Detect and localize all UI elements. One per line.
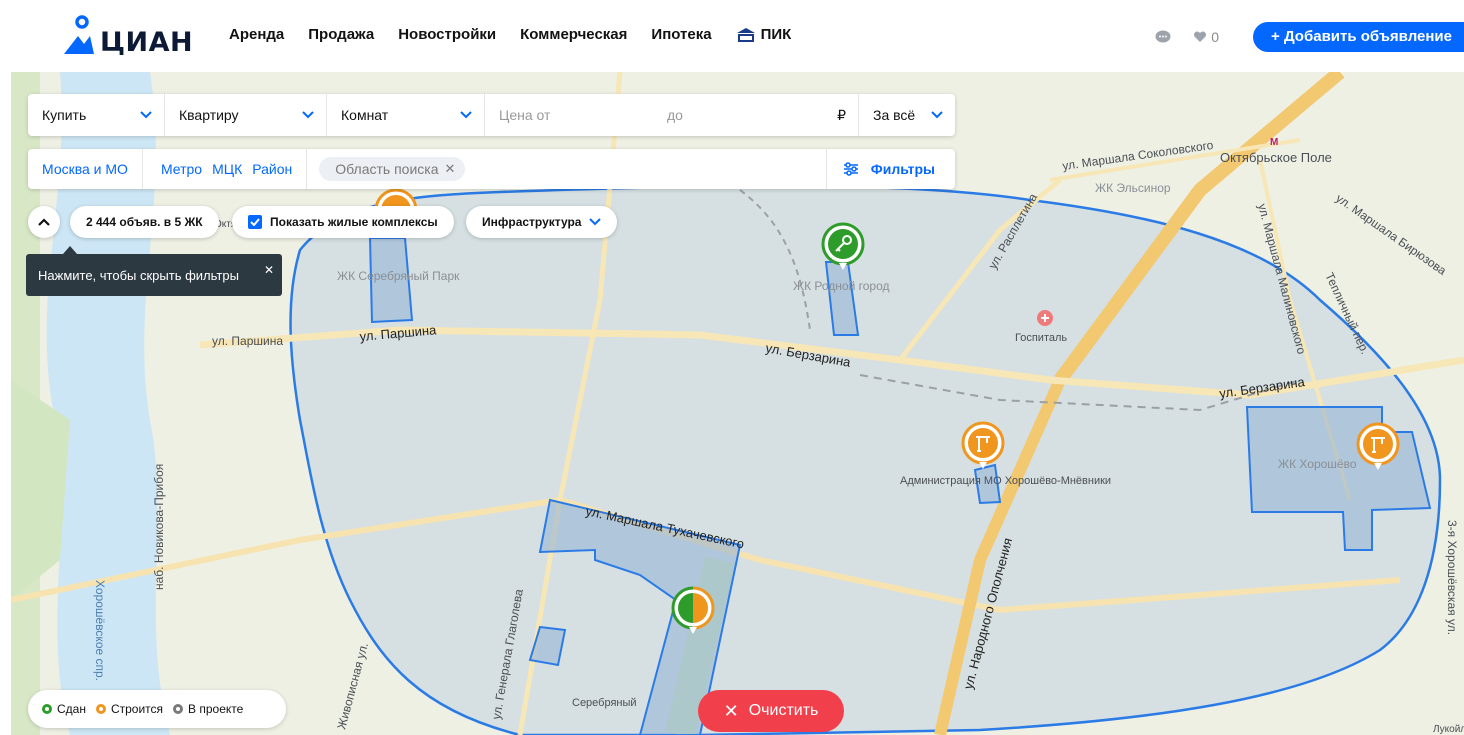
main-nav: Аренда Продажа Новостройки Коммерческая … xyxy=(229,26,839,43)
site-header: ЦИАН Аренда Продажа Новостройки Коммерче… xyxy=(0,0,1464,72)
pin-khoroshevo[interactable] xyxy=(1356,422,1400,479)
currency-sign: ₽ xyxy=(837,106,846,123)
legend-dot-ready xyxy=(42,704,52,714)
filters-button-label: Фильтры xyxy=(870,161,935,177)
nav-pik-label: ПИК xyxy=(760,26,792,43)
chat-icon[interactable] xyxy=(1155,30,1171,44)
tooltip-text: Нажмите, чтобы скрыть фильтры xyxy=(38,268,239,283)
map-label-third-khoroshevskaya: 3-я Хорошёвская ул. xyxy=(1445,520,1459,635)
region-select[interactable]: Москва и МО xyxy=(28,149,143,189)
legend-label-building: Строится xyxy=(110,702,164,716)
search-area-label: Область поиска xyxy=(335,161,439,177)
legend-label-project: В проекте xyxy=(188,702,244,716)
price-unit-select[interactable]: За всё xyxy=(859,94,955,136)
show-complexes-label: Показать жилые комплексы xyxy=(270,215,438,229)
listings-count-badge: 2 444 объяв. в 5 ЖК xyxy=(70,206,219,238)
map-label-zhk-rodnoy-gorod: ЖК Родной город xyxy=(793,279,890,293)
rooms-select[interactable]: Комнат xyxy=(327,94,485,136)
deal-type-select[interactable]: Купить xyxy=(28,94,165,136)
map-label-gospital: Госпиталь xyxy=(1015,332,1067,344)
logo-text: ЦИАН xyxy=(100,27,194,58)
chevron-down-icon xyxy=(589,218,602,226)
mixed-status-icon xyxy=(671,586,715,634)
map-label-zhk-khoroshevo: ЖК Хорошёво xyxy=(1278,457,1357,471)
tooltip-arrow xyxy=(63,246,77,254)
crane-icon xyxy=(961,421,1005,469)
map-label-metro: М xyxy=(1270,137,1278,148)
price-unit-value: За всё xyxy=(873,107,916,123)
search-area-chip[interactable]: Область поиска ✕ xyxy=(319,157,466,181)
chevron-down-icon xyxy=(140,111,152,119)
listings-count-text: 2 444 объяв. в 5 ЖК xyxy=(86,215,203,229)
map-label-zhk-serebryany-park: ЖК Серебряный Парк xyxy=(337,269,460,283)
price-to-placeholder: до xyxy=(667,107,683,123)
sliders-icon xyxy=(843,162,858,176)
status-legend: Сдан Строится В проекте xyxy=(28,690,286,728)
add-listing-button[interactable]: + Добавить объявление xyxy=(1253,22,1464,52)
infrastructure-dropdown[interactable]: Инфраструктура xyxy=(466,206,618,238)
price-from-input[interactable]: Цена от xyxy=(485,94,653,136)
geo-tab-metro[interactable]: Метро xyxy=(161,161,202,177)
crane-icon xyxy=(1356,422,1400,470)
map-label-parshina-1: ул. Паршина xyxy=(212,334,283,348)
map-label-oktyabrskoe-pole: Октябрьское Поле xyxy=(1220,150,1332,165)
legend-label-ready: Сдан xyxy=(57,702,86,716)
price-from-placeholder: Цена от xyxy=(499,107,551,123)
header-actions: 0 + Добавить объявление xyxy=(1155,22,1464,52)
infrastructure-label: Инфраструктура xyxy=(482,215,582,229)
close-icon[interactable]: ✕ xyxy=(445,161,456,177)
filter-bar-geo: Москва и МО Метро МЦК Район Область поис… xyxy=(28,149,955,189)
rooms-value: Комнат xyxy=(341,107,389,123)
clear-area-label: Очистить xyxy=(748,702,819,719)
nav-commercial[interactable]: Коммерческая xyxy=(520,26,627,43)
chevron-down-icon xyxy=(460,111,472,119)
close-icon: ✕ xyxy=(723,700,739,721)
object-type-select[interactable]: Квартиру xyxy=(165,94,327,136)
legend-dot-building xyxy=(95,704,106,714)
favorites-count: 0 xyxy=(1211,29,1220,45)
legend-dot-project xyxy=(173,704,184,714)
nav-new-buildings[interactable]: Новостройки xyxy=(398,26,496,43)
heart-icon xyxy=(1194,31,1207,42)
map-label-zhk-elsinor: ЖК Эльсинор xyxy=(1095,181,1171,195)
pik-logo-icon xyxy=(736,27,755,42)
clear-area-button[interactable]: ✕ Очистить xyxy=(698,690,844,732)
pin-administration-complex[interactable] xyxy=(961,421,1005,478)
show-complexes-toggle[interactable]: Показать жилые комплексы xyxy=(232,206,454,238)
nav-pik[interactable]: ПИК xyxy=(736,26,816,43)
close-icon[interactable]: ✕ xyxy=(264,263,274,277)
price-to-input[interactable]: до ₽ xyxy=(653,94,859,136)
map-label-lukoil: Лукойл xyxy=(1433,724,1464,735)
chevron-up-icon xyxy=(38,218,50,226)
key-icon xyxy=(821,222,865,270)
geo-tab-district[interactable]: Район xyxy=(252,149,308,189)
geo-tab-mck[interactable]: МЦК xyxy=(212,161,242,177)
pin-rodnoy-gorod[interactable] xyxy=(821,222,865,279)
filter-bar-main: Купить Квартиру Комнат Цена от до ₽ За в… xyxy=(28,94,955,136)
filters-button[interactable]: Фильтры xyxy=(825,149,955,189)
deal-type-value: Купить xyxy=(42,107,87,123)
nav-sale[interactable]: Продажа xyxy=(308,26,374,43)
object-type-value: Квартиру xyxy=(179,107,239,123)
logo[interactable]: ЦИАН xyxy=(62,6,193,58)
map-label-khoroshevskoe: Хорошёвское спр. xyxy=(93,580,107,681)
nav-rent[interactable]: Аренда xyxy=(229,26,284,43)
map-label-novikova-priboya: наб. Новикова-Прибоя xyxy=(152,464,166,590)
hide-filters-tooltip: Нажмите, чтобы скрыть фильтры ✕ xyxy=(26,246,282,296)
map-label-administration: Администрация МО Хорошёво-Мнёвники xyxy=(900,475,1111,487)
favorites-button[interactable]: 0 xyxy=(1193,29,1219,45)
collapse-filters-button[interactable] xyxy=(28,206,60,238)
map-label-serebryany: Серебряный xyxy=(572,697,637,709)
checkbox-checked-icon[interactable] xyxy=(248,215,262,229)
chevron-down-icon xyxy=(931,111,943,119)
nav-mortgage[interactable]: Ипотека xyxy=(651,26,711,43)
chevron-down-icon xyxy=(302,111,314,119)
pin-tukhachevskogo-complex[interactable] xyxy=(671,586,715,643)
logo-icon xyxy=(64,15,94,54)
